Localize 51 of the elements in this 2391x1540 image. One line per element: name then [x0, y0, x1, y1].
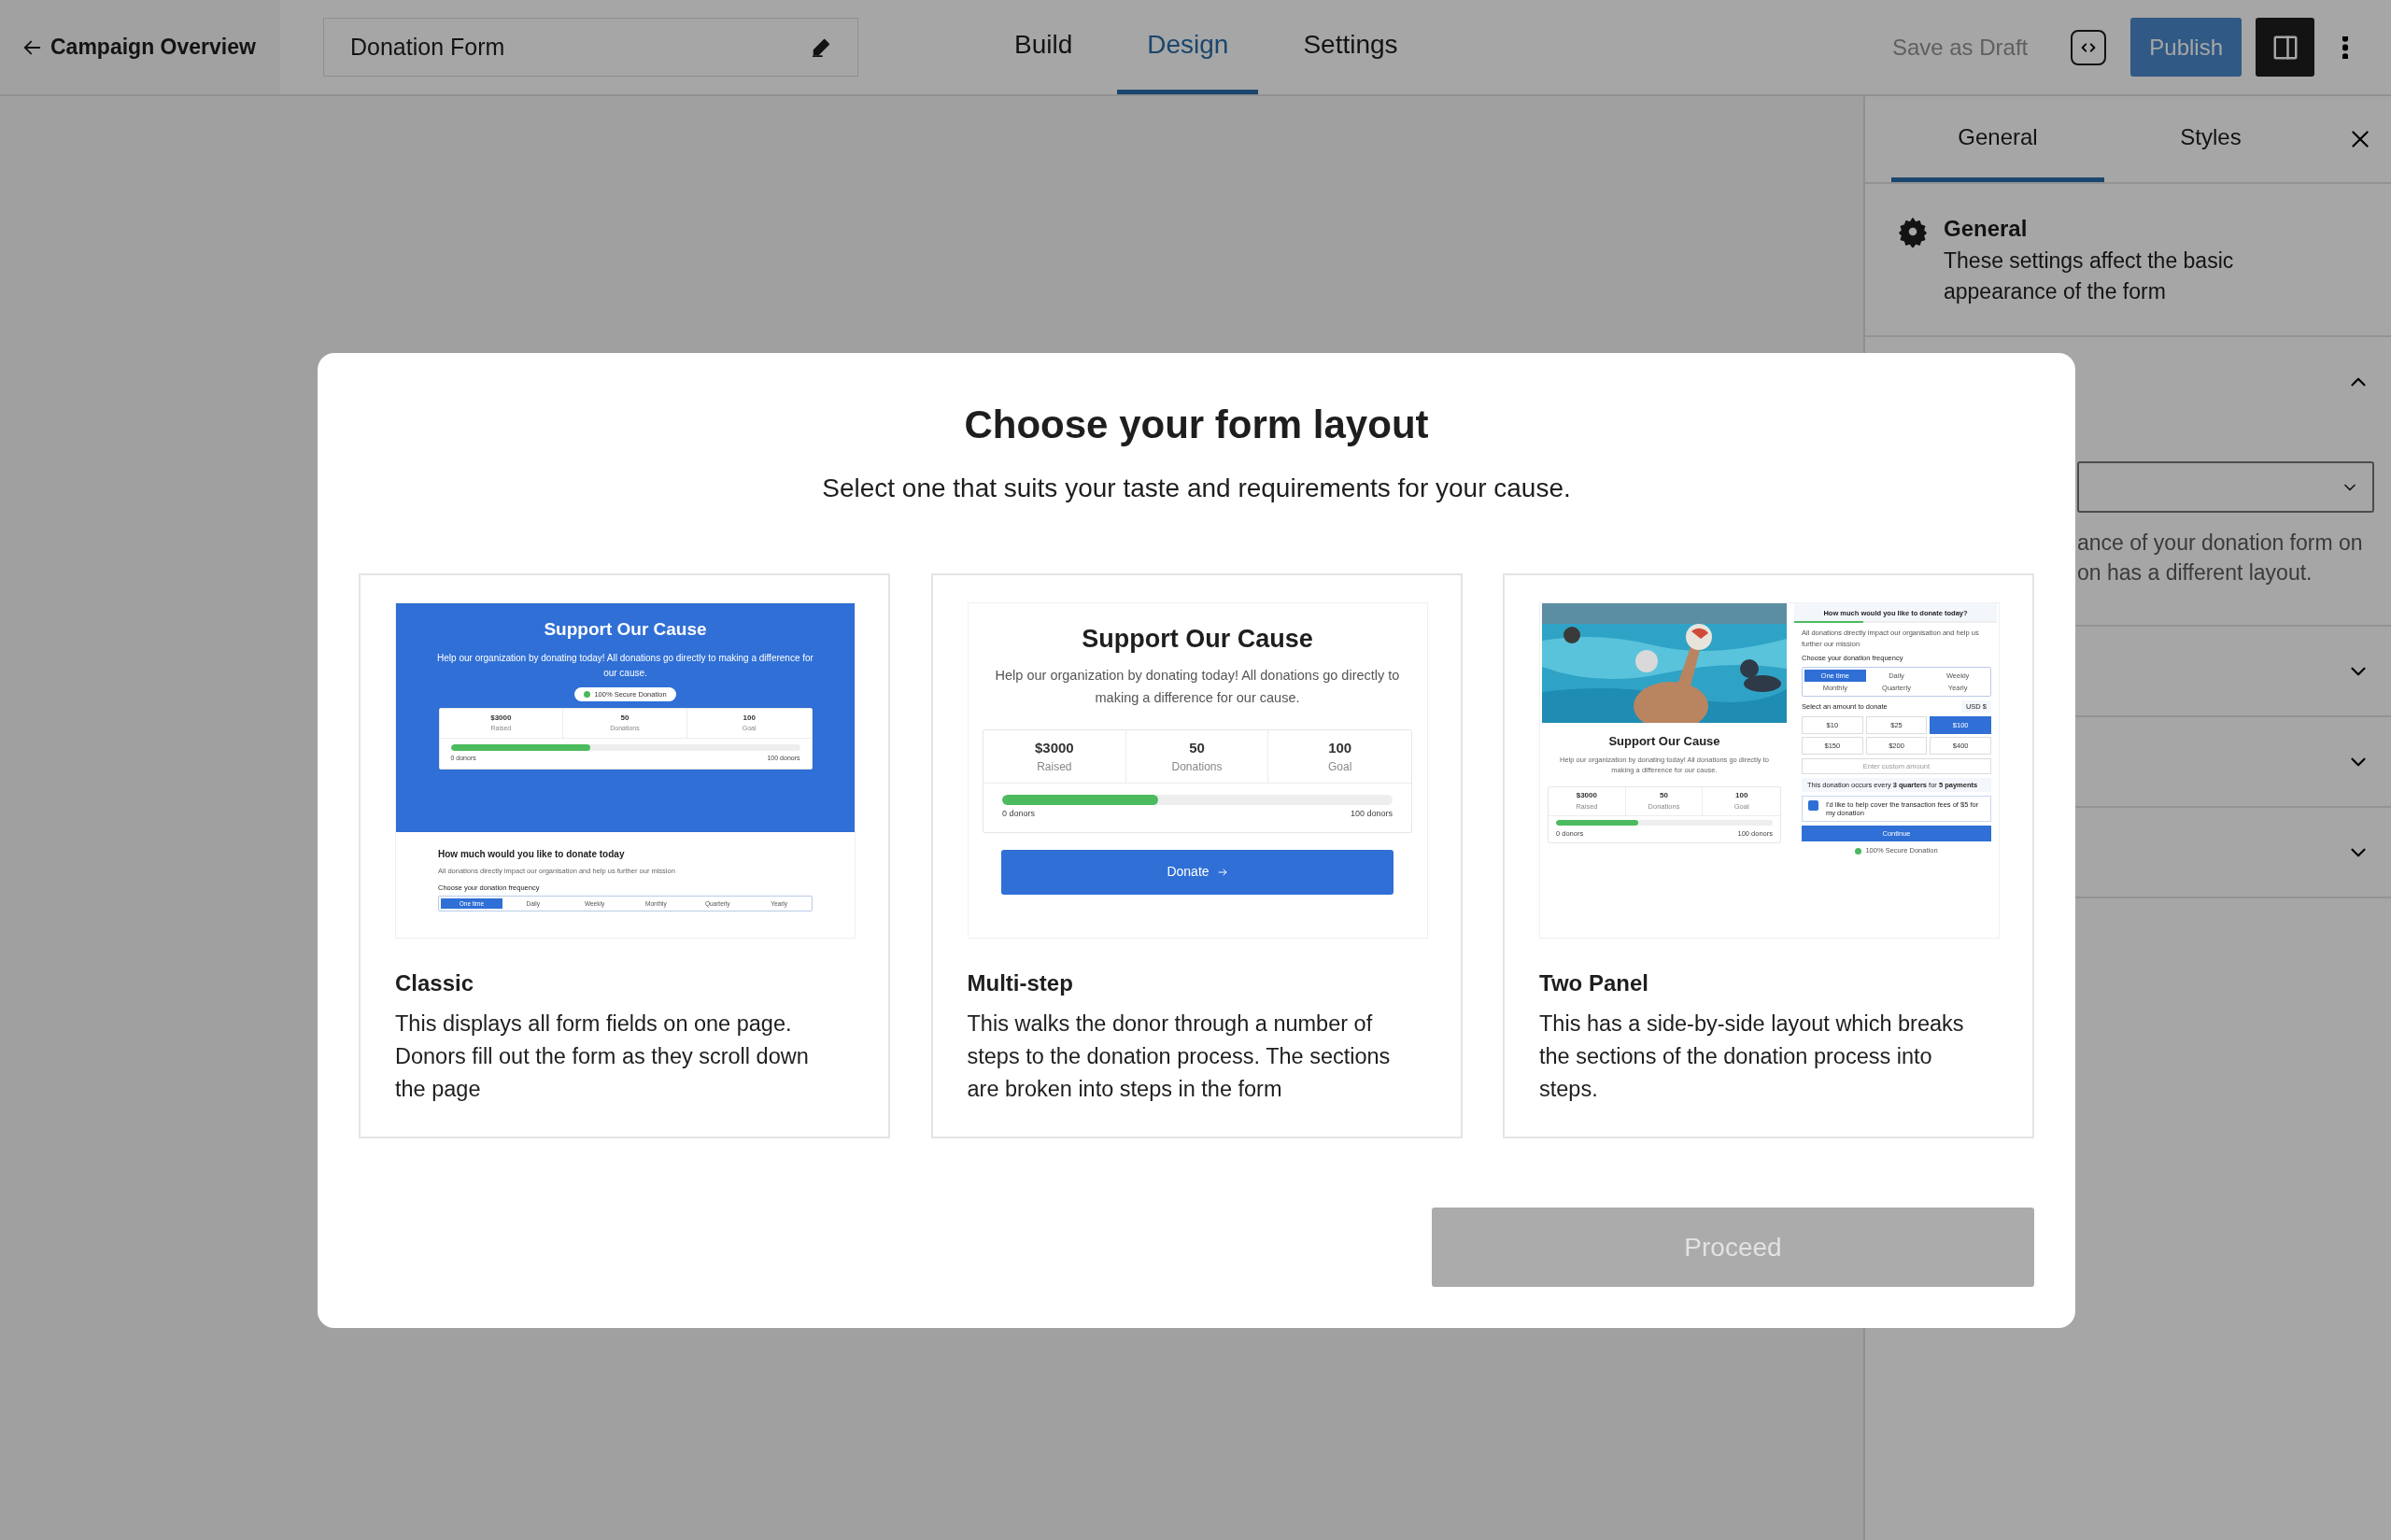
question-heading: How much would you like to donate today [438, 848, 626, 862]
tab[interactable]: Build [984, 0, 1103, 94]
progress-label: 100 donors [1350, 808, 1393, 821]
back-link[interactable]: Campaign Overview [0, 0, 280, 94]
layout-description: This displays all form fields on one page. Donors fill out the form as they scroll down the page [395, 1010, 810, 1104]
checkbox[interactable] [1808, 800, 1818, 812]
preview-heading: Support Our Cause [543, 618, 708, 642]
layout-name: Classic [395, 969, 475, 998]
stat-label: Donations [1170, 759, 1224, 776]
stat-value: 50 [619, 713, 630, 725]
form-title-field[interactable]: Donation Form [323, 18, 858, 77]
dialog-subtitle: Select one that suits your taste and requirements for your cause. [821, 473, 1572, 505]
stat-value: 100 [1734, 790, 1749, 802]
kebab-icon [2342, 35, 2348, 59]
layout-card[interactable] [930, 573, 1463, 1139]
section-title: General [1944, 215, 2029, 243]
stat-value: 100 [742, 713, 757, 725]
progress-label: 0 donors [1002, 808, 1036, 821]
layout-card[interactable] [1503, 573, 2034, 1139]
sidebar-tab[interactable]: General [1891, 96, 2104, 182]
help-text: ance of your donation form on [2077, 530, 2364, 557]
stat-value: 100 [1327, 738, 1353, 757]
preview-heading: Support Our Cause [1607, 733, 1721, 751]
layout-description: This has a side-by-side layout which breaks the sections of the donation process into steps. [1539, 1010, 1965, 1104]
preview-intro: Help our organization by donating today! All donations go directly to making a difference for our cause. [436, 651, 814, 680]
dialog-title: Choose your form layout [963, 402, 1430, 448]
code-button[interactable] [2071, 29, 2107, 65]
stat-label: Goal [1327, 759, 1353, 776]
stat-value: 50 [1188, 738, 1206, 757]
preview-heading: Support Our Cause [1081, 624, 1314, 656]
section-description: These settings affect the basic appearance of the form [1944, 247, 2235, 305]
sidebar-toggle-button[interactable] [2256, 18, 2314, 77]
select-field[interactable] [2077, 461, 2374, 513]
stat-label: Raised [1036, 759, 1073, 776]
layout-description: This walks the donor through a number of steps to the donation process. The sections are broken into steps in the form [967, 1010, 1392, 1104]
stat-value: $3000 [489, 713, 513, 725]
tab[interactable]: Design [1117, 0, 1259, 94]
stat-value: 50 [1659, 790, 1669, 802]
layout-name: Two Panel [1539, 969, 1649, 998]
help-text: on has a different layout. [2077, 559, 2313, 586]
layout-card[interactable] [359, 573, 890, 1139]
preview-intro: Help our organization by donating today! All donations go directly to making a difference for our cause. [994, 666, 1401, 707]
pencil-icon [811, 36, 831, 58]
donate-button[interactable]: Donate [1001, 849, 1394, 895]
tab[interactable]: Settings [1273, 0, 1428, 94]
more-options-button[interactable] [2342, 35, 2348, 59]
gear-icon [1897, 216, 1929, 247]
layout-name: Multi-step [967, 969, 1074, 998]
stat-value: $3000 [1575, 790, 1598, 802]
stat-value: $3000 [1033, 738, 1075, 757]
sidebar-tab[interactable]: Styles [2104, 96, 2317, 182]
